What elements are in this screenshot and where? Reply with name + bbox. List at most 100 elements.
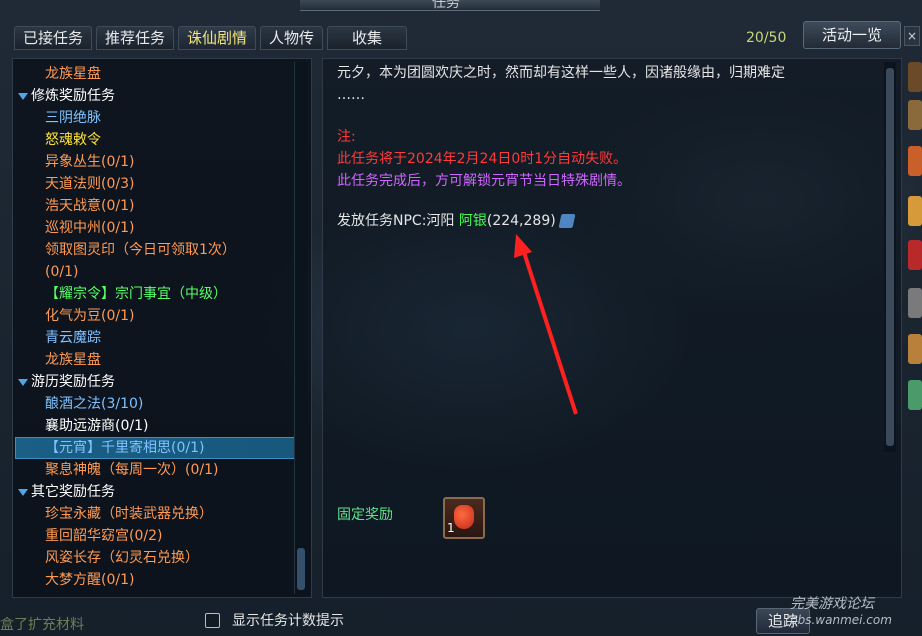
- quest-label: 聚息神魄（每周一次）(0/1): [45, 462, 219, 478]
- quest-label: 异象丛生(0/1): [45, 154, 135, 170]
- quest-item[interactable]: 浩天战意(0/1): [15, 195, 305, 217]
- quest-item[interactable]: 龙族星盘: [15, 63, 305, 85]
- close-icon[interactable]: ×: [904, 26, 920, 46]
- side-item-icon[interactable]: [908, 196, 922, 226]
- quest-list-panel: 龙族星盘 修炼奖励任务 三阴绝脉 怒魂敕令 异象丛生(0/1) 天道法则(0/3) 浩天战意…: [12, 58, 312, 598]
- quest-list: 龙族星盘 修炼奖励任务 三阴绝脉 怒魂敕令 异象丛生(0/1) 天道法则(0/3) 浩天战意…: [15, 63, 305, 591]
- quest-item[interactable]: 襄助远游商(0/1): [15, 415, 305, 437]
- quest-label: (0/1): [45, 264, 79, 280]
- tab-collection[interactable]: 收集: [327, 26, 408, 50]
- quest-label: 浩天战意(0/1): [45, 198, 135, 214]
- quest-label: 酿酒之法(3/10): [45, 396, 144, 412]
- quest-label: 游历奖励任务: [31, 374, 115, 390]
- arrow-shaft: [520, 245, 578, 415]
- quest-item[interactable]: 重回韶华窈宫(0/2): [15, 525, 305, 547]
- side-item-icon[interactable]: [908, 62, 922, 92]
- quest-intro-text: 元夕，本为团圆欢庆之时，然而却有这样一些人，因诸般缘由，归期难定 ……: [337, 62, 785, 106]
- side-item-icon[interactable]: [908, 100, 922, 130]
- side-item-icon[interactable]: [908, 288, 922, 318]
- npc-prefix: 发放任务NPC:河阳: [337, 213, 455, 229]
- quest-intro-line-2: ……: [337, 87, 365, 103]
- tab-accepted[interactable]: 已接任务: [14, 26, 93, 50]
- note-label: 注:: [337, 129, 356, 145]
- quest-label: 重回韶华窈宫(0/2): [45, 528, 163, 544]
- window-title: 任务: [432, 0, 460, 11]
- quest-label: 【耀宗令】宗门事宜（中级）: [45, 286, 227, 302]
- quest-label: 襄助远游商(0/1): [45, 418, 149, 434]
- unlock-notice: 此任务完成后，方可解锁元宵节当日特殊剧情。: [337, 173, 631, 189]
- quest-category[interactable]: 其它奖励任务: [15, 481, 305, 503]
- quest-item[interactable]: 龙族星盘: [15, 349, 305, 371]
- quest-label: 龙族星盘: [45, 66, 101, 82]
- quest-label: 天道法则(0/3): [45, 176, 135, 192]
- tab-bar: 已接任务 推荐任务 诛仙剧情 人物传 收集: [14, 26, 408, 50]
- quest-item[interactable]: 三阴绝脉: [15, 107, 305, 129]
- activity-list-button[interactable]: 活动一览: [803, 21, 901, 49]
- quest-item[interactable]: 【耀宗令】宗门事宜（中级）: [15, 283, 305, 305]
- expand-triangle-icon[interactable]: [18, 378, 28, 386]
- quest-label: 龙族星盘: [45, 352, 101, 368]
- reward-quantity: 1: [447, 521, 455, 535]
- quest-label: 大梦方醒(0/1): [45, 572, 135, 588]
- quest-intro-line-1: 元夕，本为团圆欢庆之时，然而却有这样一些人，因诸般缘由，归期难定: [337, 65, 785, 81]
- window-title-bar: 任务: [300, 0, 600, 11]
- quest-list-scroll-thumb[interactable]: [297, 548, 305, 590]
- quest-label: 其它奖励任务: [31, 484, 115, 500]
- arrow-head: [514, 234, 532, 258]
- quest-label: 怒魂敕令: [45, 132, 101, 148]
- detail-scrollbar[interactable]: [884, 62, 896, 452]
- detail-scroll-thumb[interactable]: [886, 68, 894, 446]
- chat-overflow-text: 盒了扩充材料: [0, 617, 84, 633]
- npc-line: 发放任务NPC:河阳 阿银(224,289): [337, 210, 576, 232]
- red-arrow-annotation: [514, 234, 578, 415]
- side-item-icon[interactable]: [908, 146, 922, 176]
- expand-triangle-icon[interactable]: [18, 92, 28, 100]
- quest-item[interactable]: 异象丛生(0/1): [15, 151, 305, 173]
- side-item-icon[interactable]: [908, 380, 922, 410]
- side-item-icon[interactable]: [908, 334, 922, 364]
- quest-item[interactable]: (0/1): [15, 261, 305, 283]
- quest-counter: 20/50: [746, 30, 787, 46]
- quest-list-scrollbar[interactable]: [294, 62, 307, 594]
- quest-label: 珍宝永藏（时装武器兑换）: [45, 506, 213, 522]
- quest-label: 化气为豆(0/1): [45, 308, 135, 324]
- quest-item[interactable]: 巡视中州(0/1): [15, 217, 305, 239]
- watermark-text: 完美游戏论坛: [790, 596, 874, 612]
- show-count-hint-label: 显示任务计数提示: [232, 613, 344, 629]
- reward-item-slot[interactable]: 1: [443, 497, 485, 539]
- quest-label: 领取图灵印（今日可领取1次）: [45, 242, 236, 258]
- fail-notice: 此任务将于2024年2月24日0时1分自动失败。: [337, 151, 628, 167]
- quest-item[interactable]: 珍宝永藏（时装武器兑换）: [15, 503, 305, 525]
- quest-item[interactable]: 聚息神魄（每周一次）(0/1): [15, 459, 305, 481]
- tab-character-story[interactable]: 人物传: [260, 26, 324, 50]
- fixed-reward-label: 固定奖励: [337, 507, 393, 523]
- quest-item[interactable]: 青云魔踪: [15, 327, 305, 349]
- quest-detail-panel: [322, 58, 902, 598]
- quest-item[interactable]: 天道法则(0/3): [15, 173, 305, 195]
- expand-triangle-icon[interactable]: [18, 488, 28, 496]
- quest-item[interactable]: 领取图灵印（今日可领取1次）: [15, 239, 305, 261]
- tab-recommended[interactable]: 推荐任务: [96, 26, 175, 50]
- npc-name-link[interactable]: 阿银: [459, 213, 487, 229]
- side-item-icon[interactable]: [908, 240, 922, 270]
- quest-item[interactable]: 大梦方醒(0/1): [15, 569, 305, 591]
- quest-item[interactable]: 风姿长存（幻灵石兑换）: [15, 547, 305, 569]
- quest-label: 修炼奖励任务: [31, 88, 115, 104]
- quest-category[interactable]: 修炼奖励任务: [15, 85, 305, 107]
- map-locate-icon[interactable]: [558, 214, 576, 228]
- npc-coords: (224,289): [486, 213, 556, 229]
- quest-label: 巡视中州(0/1): [45, 220, 135, 236]
- quest-label: 三阴绝脉: [45, 110, 101, 126]
- quest-item[interactable]: 化气为豆(0/1): [15, 305, 305, 327]
- quest-label: 青云魔踪: [45, 330, 101, 346]
- quest-item-selected[interactable]: 【元宵】千里寄相思(0/1): [15, 437, 305, 459]
- quest-category[interactable]: 游历奖励任务: [15, 371, 305, 393]
- forum-watermark: 完美游戏论坛 bbs.wanmei.com: [790, 596, 892, 628]
- lucky-bag-icon: [454, 505, 474, 529]
- quest-item[interactable]: 怒魂敕令: [15, 129, 305, 151]
- quest-label: 【元宵】千里寄相思(0/1): [45, 440, 205, 456]
- show-count-hint-checkbox[interactable]: [205, 613, 220, 628]
- watermark-url: bbs.wanmei.com: [790, 613, 892, 627]
- tab-zhuxian-story[interactable]: 诛仙剧情: [178, 26, 257, 50]
- quest-item[interactable]: 酿酒之法(3/10): [15, 393, 305, 415]
